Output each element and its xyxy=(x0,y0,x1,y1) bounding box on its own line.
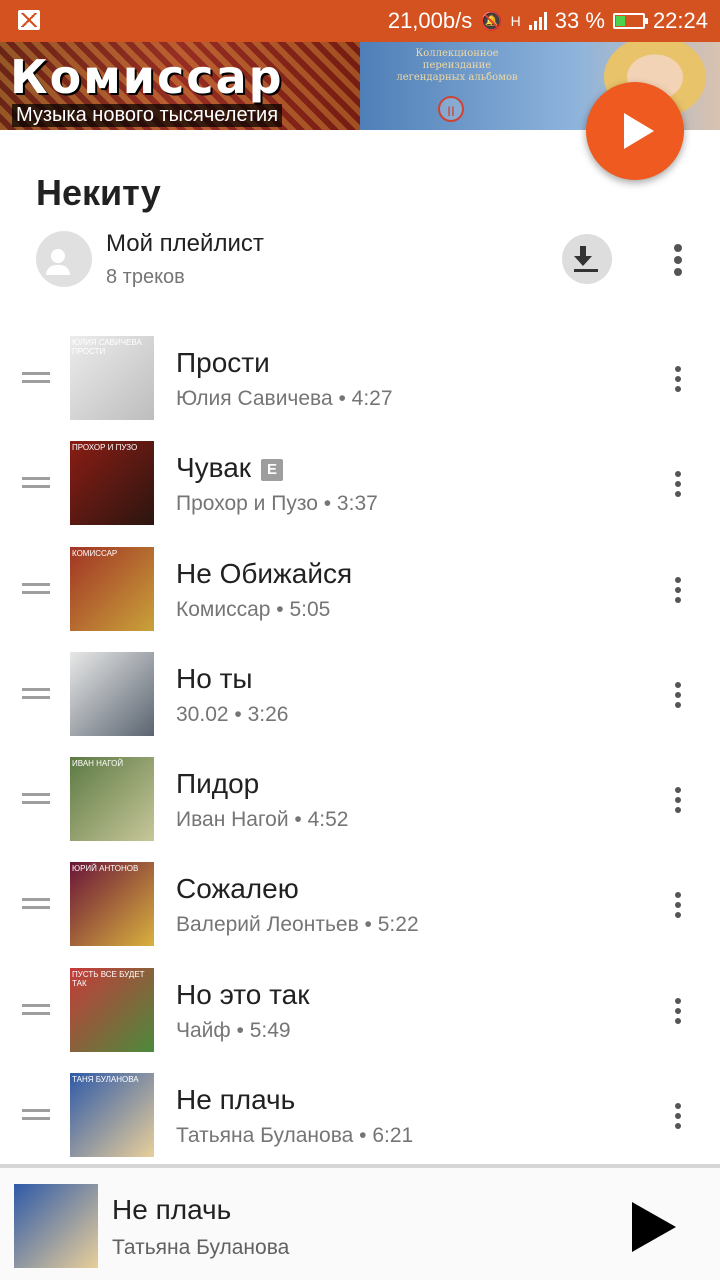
track-artist-duration: 30.02 • 3:26 xyxy=(176,702,289,726)
status-bar: 21,00b/s 🔕 H 33 % 22:24 xyxy=(0,0,720,42)
now-playing-title: Не плачь xyxy=(112,1194,232,1225)
track-cover: Пусть все будет так xyxy=(70,967,154,1052)
drag-handle-icon[interactable] xyxy=(22,477,50,489)
banner-logo: Комиссар xyxy=(10,50,284,104)
track-title: Сожалею xyxy=(176,873,299,905)
track-title: Пидор xyxy=(176,768,259,800)
now-playing-cover xyxy=(14,1184,98,1268)
signal-icon xyxy=(528,12,547,30)
download-button[interactable] xyxy=(562,234,612,284)
track-title-text: Но это так xyxy=(176,978,310,1010)
drag-handle-icon[interactable] xyxy=(22,1109,50,1121)
clock: 22:24 xyxy=(652,8,708,33)
track-artist-duration: Комиссар • 5:05 xyxy=(176,597,331,621)
banner-badge: II xyxy=(438,96,464,122)
track-row[interactable]: Юлия Савичева прости Прости Юлия Савичева … xyxy=(0,325,720,430)
track-title-text: Не плачь xyxy=(176,1084,296,1116)
track-artist-duration: Прохор и Пузо • 3:37 xyxy=(176,492,378,516)
drag-handle-icon[interactable] xyxy=(22,1003,50,1016)
track-artist-duration: Татьяна Буланова • 6:21 xyxy=(176,1124,414,1148)
playlist-owner: Некиту xyxy=(36,172,161,213)
track-cover: Комиссар xyxy=(70,546,154,631)
track-title: Прости xyxy=(176,347,270,379)
cover-caption: Иван Нагой xyxy=(72,759,124,769)
track-title: Но это так xyxy=(176,979,309,1011)
network-type: H xyxy=(510,13,521,29)
play-all-button[interactable] xyxy=(586,82,684,180)
playlist-more-button[interactable] xyxy=(663,240,693,280)
track-title: Но ты xyxy=(176,663,253,695)
track-title-text: Чувак xyxy=(176,452,252,484)
track-row[interactable]: Таня Буланова Не плачь Татьяна Буланова • … xyxy=(0,1062,720,1167)
drag-handle-icon[interactable] xyxy=(22,898,50,910)
battery-percent: 33 % xyxy=(554,8,605,33)
drag-handle-icon[interactable] xyxy=(22,793,50,805)
drag-handle-icon[interactable] xyxy=(22,582,50,595)
play-icon[interactable] xyxy=(630,1202,676,1252)
network-speed: 21,00b/s xyxy=(387,8,473,33)
track-row[interactable]: Комиссар Не Обижайся Комиссар • 5:05 xyxy=(0,536,720,641)
drag-handle-icon[interactable] xyxy=(22,372,50,384)
track-artist-duration: Чайф • 5:49 xyxy=(176,1018,291,1042)
battery-icon xyxy=(612,13,648,29)
track-title-text: Но ты xyxy=(176,662,253,694)
track-artist-duration: Иван Нагой • 4:52 xyxy=(176,808,349,832)
track-list: Юлия Савичева прости Прости Юлия Савичева … xyxy=(0,325,720,1167)
track-cover: Иван Нагой xyxy=(70,757,154,842)
track-row[interactable]: Иван Нагой Пидор Иван Нагой • 4:52 xyxy=(0,746,720,851)
playlist-name: Мой плейлист xyxy=(106,230,264,257)
cover-caption: Комиссар xyxy=(72,548,118,558)
track-more-button[interactable] xyxy=(663,991,693,1031)
cover-caption: Таня Буланова xyxy=(72,1075,139,1085)
track-artist-duration: Валерий Леонтьев • 5:22 xyxy=(176,913,419,937)
track-title: Не Обижайся xyxy=(176,558,352,590)
track-title-text: Прости xyxy=(176,347,270,378)
track-cover: Прохор и Пузо xyxy=(70,441,154,526)
track-cover xyxy=(70,651,154,736)
banner-subtitle: Музыка нового тысячелетия xyxy=(12,104,283,127)
cover-caption: Юрий Антонов xyxy=(72,864,139,874)
track-title-text: Не Обижайся xyxy=(176,557,353,589)
track-more-button[interactable] xyxy=(663,885,693,925)
track-title: Не плачь xyxy=(176,1084,295,1116)
cover-caption: Юлия Савичева прости xyxy=(72,338,142,356)
mute-icon: 🔕 xyxy=(480,10,503,31)
status-icons: 21,00b/s 🔕 H 33 % 22:24 xyxy=(388,0,708,42)
track-more-button[interactable] xyxy=(663,359,693,399)
playlist-track-count: 8 треков xyxy=(106,266,185,288)
mini-player[interactable]: Не плачь Татьяна Буланова xyxy=(0,1164,720,1280)
track-row[interactable]: Пусть все будет так Но это так Чайф • 5:49 xyxy=(0,957,720,1062)
track-title-text: Пидор xyxy=(176,768,260,800)
track-title-text: Сожалею xyxy=(176,873,299,905)
cover-caption: Пусть все будет так xyxy=(72,969,145,988)
drag-handle-icon[interactable] xyxy=(22,687,50,700)
track-cover: Юлия Савичева прости xyxy=(70,336,154,420)
track-row[interactable]: Но ты 30.02 • 3:26 xyxy=(0,641,720,746)
now-playing-artist: Татьяна Буланова xyxy=(112,1236,290,1259)
track-row[interactable]: Юрий Антонов Сожалею Валерий Леонтьев • 5:… xyxy=(0,851,720,956)
track-row[interactable]: Прохор и Пузо Чувак E Прохор и Пузо • 3:37 xyxy=(0,430,720,535)
cover-caption: Прохор и Пузо xyxy=(72,443,138,453)
track-more-button[interactable] xyxy=(663,570,693,610)
track-more-button[interactable] xyxy=(663,675,693,715)
banner-collection-text: Коллекционное переиздание легендарных ал… xyxy=(396,48,518,83)
explicit-badge: E xyxy=(261,459,284,482)
track-more-button[interactable] xyxy=(663,464,693,504)
track-artist-duration: Юлия Савичева • 4:27 xyxy=(176,387,393,410)
track-more-button[interactable] xyxy=(663,780,693,820)
track-more-button[interactable] xyxy=(663,1096,693,1136)
gmail-icon xyxy=(18,10,40,30)
track-title: Чувак E xyxy=(176,452,284,484)
track-cover: Таня Буланова xyxy=(70,1073,154,1158)
track-cover: Юрий Антонов xyxy=(70,862,154,947)
playlist-avatar-icon xyxy=(36,231,92,287)
